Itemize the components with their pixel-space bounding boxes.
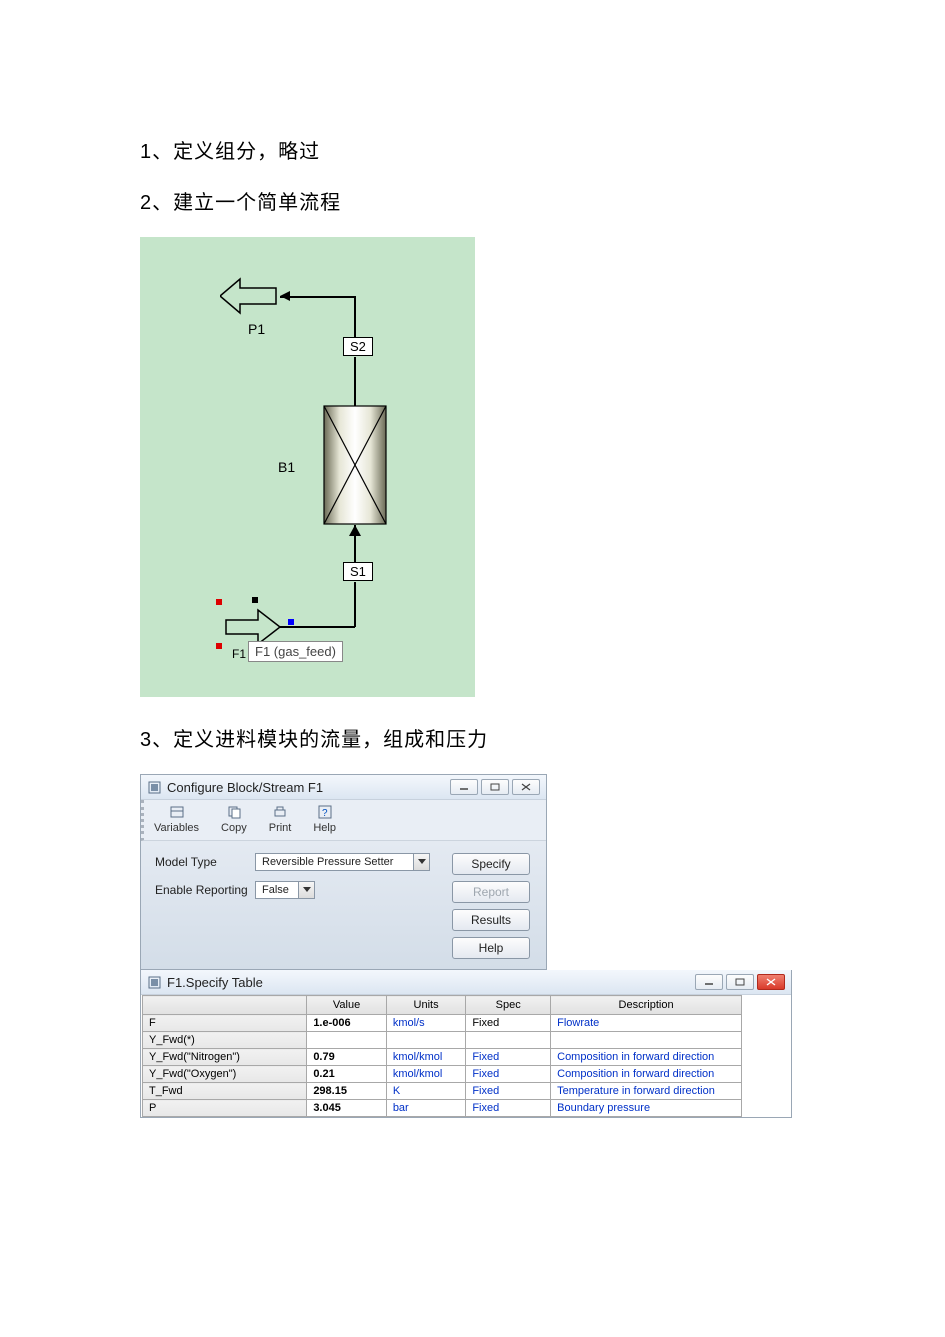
dropdown-arrow-icon — [413, 854, 429, 870]
table-row[interactable]: P 3.045 bar Fixed Boundary pressure — [143, 1100, 742, 1117]
table-row[interactable]: Y_Fwd("Oxygen") 0.21 kmol/kmol Fixed Com… — [143, 1066, 742, 1083]
specify-titlebar[interactable]: F1.Specify Table — [141, 970, 791, 995]
col-value-header: Value — [307, 996, 387, 1015]
close-button[interactable] — [757, 974, 785, 990]
model-type-value: Reversible Pressure Setter — [256, 856, 399, 868]
col-description-header: Description — [551, 996, 742, 1015]
col-units-header: Units — [386, 996, 466, 1015]
toolbar-variables[interactable]: Variables — [154, 804, 199, 834]
flowchart-canvas: P1 S2 B1 — [140, 237, 475, 697]
minimize-button[interactable] — [695, 974, 723, 990]
table-header-row: Value Units Spec Description — [143, 996, 742, 1015]
svg-text:?: ? — [322, 808, 328, 819]
help-button[interactable]: Help — [452, 937, 530, 959]
copy-icon — [226, 804, 242, 820]
feed-label-box[interactable]: F1 (gas_feed) — [248, 641, 343, 662]
close-button[interactable] — [512, 779, 540, 795]
maximize-button[interactable] — [481, 779, 509, 795]
minimize-button[interactable] — [450, 779, 478, 795]
block-b1-icon[interactable] — [323, 405, 387, 525]
specify-button[interactable]: Specify — [452, 853, 530, 875]
col-spec-header: Spec — [466, 996, 551, 1015]
label-p1: P1 — [248, 321, 265, 337]
col-name-header — [143, 996, 307, 1015]
report-button[interactable]: Report — [452, 881, 530, 903]
enable-reporting-value: False — [256, 884, 295, 896]
window-icon — [147, 975, 161, 989]
model-type-label: Model Type — [155, 855, 255, 869]
toolbar-help[interactable]: ? Help — [313, 804, 336, 834]
configure-title: Configure Block/Stream F1 — [167, 780, 450, 795]
print-icon — [272, 804, 288, 820]
results-button[interactable]: Results — [452, 909, 530, 931]
stream-s1-box[interactable]: S1 — [343, 562, 373, 581]
table-row[interactable]: Y_Fwd(*) — [143, 1032, 742, 1049]
maximize-button[interactable] — [726, 974, 754, 990]
specify-table-window: F1.Specify Table Value Units Spec — [140, 970, 792, 1118]
toolbar-variables-label: Variables — [154, 822, 199, 834]
stream-s2-box[interactable]: S2 — [343, 337, 373, 356]
window-icon — [147, 780, 161, 794]
step-3-text: 3、定义进料模块的流量，组成和压力 — [140, 723, 805, 752]
configure-window: Configure Block/Stream F1 Variables Copy — [140, 774, 547, 970]
table-row[interactable]: F 1.e-006 kmol/s Fixed Flowrate — [143, 1015, 742, 1032]
variables-icon — [169, 804, 185, 820]
step-1-text: 1、定义组分，略过 — [140, 135, 805, 164]
help-icon: ? — [317, 804, 333, 820]
model-type-dropdown[interactable]: Reversible Pressure Setter — [255, 853, 430, 871]
toolbar-print-label: Print — [269, 822, 292, 834]
label-f1: F1 — [232, 647, 246, 661]
toolbar-copy-label: Copy — [221, 822, 247, 834]
configure-titlebar[interactable]: Configure Block/Stream F1 — [141, 775, 546, 800]
configure-toolbar: Variables Copy Print ? Help — [141, 800, 546, 841]
step-2-text: 2、建立一个简单流程 — [140, 186, 805, 215]
toolbar-copy[interactable]: Copy — [221, 804, 247, 834]
table-row[interactable]: Y_Fwd("Nitrogen") 0.79 kmol/kmol Fixed C… — [143, 1049, 742, 1066]
toolbar-help-label: Help — [313, 822, 336, 834]
product-arrow-icon — [220, 277, 280, 315]
enable-reporting-label: Enable Reporting — [155, 883, 255, 897]
label-b1: B1 — [278, 459, 295, 475]
dropdown-arrow-icon — [298, 882, 314, 898]
table-row[interactable]: T_Fwd 298.15 K Fixed Temperature in forw… — [143, 1083, 742, 1100]
enable-reporting-dropdown[interactable]: False — [255, 881, 315, 899]
toolbar-print[interactable]: Print — [269, 804, 292, 834]
specify-table[interactable]: Value Units Spec Description F 1.e-006 k… — [142, 995, 742, 1117]
specify-title: F1.Specify Table — [167, 975, 695, 990]
